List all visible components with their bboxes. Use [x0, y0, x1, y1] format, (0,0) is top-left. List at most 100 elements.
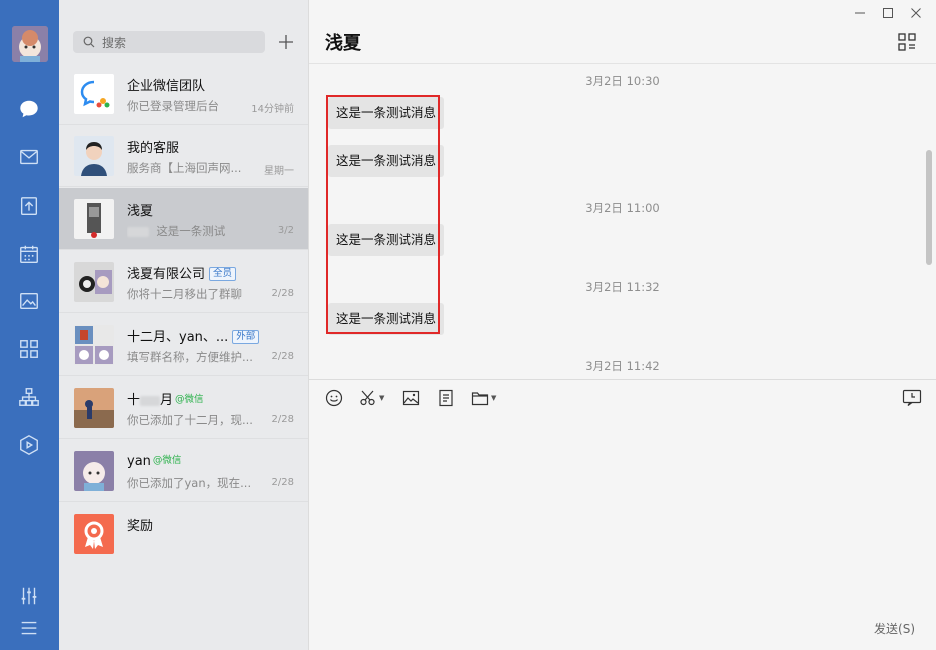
- conversation-item[interactable]: 浅夏有限公司 全员 你将十二月移出了群聊 2/28: [59, 251, 308, 313]
- chat-info-button[interactable]: [898, 33, 916, 51]
- docs-icon[interactable]: [17, 194, 41, 218]
- conversation-preview: 你已添加了十二月，现...: [127, 413, 253, 427]
- message-timestamp: 3月2日 11:42: [585, 359, 660, 373]
- conversation-item[interactable]: 企业微信团队 你已登录管理后台 14分钟前: [59, 63, 308, 125]
- chat-pane: 浅夏 3月2日 10:30 这是一条测试消息 这是一条测试消息 3月2日 11:…: [309, 0, 936, 650]
- conversation-name: 浅夏: [127, 204, 154, 219]
- conversation-preview: 这是一条测试: [127, 223, 225, 239]
- menu-icon[interactable]: [17, 616, 41, 640]
- plus-icon: [279, 35, 293, 49]
- close-button[interactable]: [902, 4, 930, 22]
- maximize-button[interactable]: [874, 4, 902, 22]
- message-timestamp: 3月2日 11:00: [585, 201, 660, 215]
- conversation-name: 企业微信团队: [127, 79, 206, 94]
- search-placeholder: 搜索: [102, 35, 127, 50]
- conversation-item[interactable]: 奖励: [59, 503, 308, 565]
- grid-menu-icon: [898, 33, 916, 51]
- conversation-time: 2/28: [271, 351, 294, 362]
- conversation-item[interactable]: 十二月、yan、... 外部 填写群名称，方便维护... 2/28: [59, 314, 308, 376]
- conversation-avatar: [74, 199, 114, 239]
- screenshot-button[interactable]: ▼: [359, 387, 384, 409]
- conversation-avatar: [74, 136, 114, 176]
- search-input[interactable]: 搜索: [73, 31, 265, 53]
- conversation-avatar: [74, 451, 114, 491]
- apps-grid-icon[interactable]: [17, 337, 41, 361]
- message-timestamp: 3月2日 10:30: [585, 74, 660, 88]
- conversation-preview: 你已登录管理后台: [127, 99, 219, 113]
- conversation-avatar: [74, 388, 114, 428]
- chat-title: 浅夏: [325, 33, 361, 54]
- conversation-time: 3/2: [277, 225, 294, 236]
- conversation-preview: 你将十二月移出了群聊: [127, 287, 242, 301]
- left-rail: [0, 0, 59, 650]
- blurred-sender: [127, 226, 149, 237]
- mail-icon[interactable]: [17, 145, 41, 169]
- conversation-name: 十月 @微信: [127, 393, 204, 408]
- conversation-time: 星期一: [264, 166, 294, 177]
- scissors-icon: [360, 390, 375, 406]
- conversation-item[interactable]: 十月 @微信 你已添加了十二月，现... 2/28: [59, 377, 308, 439]
- conversation-avatar: [74, 514, 114, 554]
- message-bubble[interactable]: 这是一条测试消息: [328, 303, 445, 335]
- conversation-time: 14分钟前: [251, 104, 294, 115]
- message-timestamp: 3月2日 11:32: [585, 280, 660, 294]
- workspace-icon[interactable]: [17, 289, 41, 313]
- conversation-name: 十二月、yan、... 外部: [127, 326, 260, 345]
- conversation-item[interactable]: 我的客服 服务商【上海回声网... 星期一: [59, 125, 308, 187]
- chat-history-icon: [902, 389, 922, 406]
- messages-icon[interactable]: [17, 97, 41, 121]
- history-button[interactable]: [902, 389, 922, 407]
- message-area: 3月2日 10:30 这是一条测试消息 这是一条测试消息 3月2日 11:00 …: [309, 64, 936, 379]
- conversation-list: 搜索 企业微信团队 你已登录管理后台 14分钟前 我的客服 服务商【上海回声网.…: [59, 0, 309, 650]
- close-icon: [911, 8, 921, 18]
- minimize-icon: [855, 12, 865, 14]
- document-icon: [439, 389, 453, 407]
- maximize-icon: [883, 8, 893, 18]
- conversation-name: 奖励: [127, 519, 154, 534]
- conversation-avatar: [74, 262, 114, 302]
- conversation-name: yan @微信: [127, 454, 182, 469]
- add-button[interactable]: [275, 31, 297, 53]
- conversation-time: 2/28: [271, 288, 294, 299]
- image-icon: [402, 390, 420, 406]
- message-bubble[interactable]: 这是一条测试消息: [328, 97, 445, 129]
- image-button[interactable]: [402, 387, 420, 409]
- chevron-down-icon[interactable]: ▼: [491, 394, 496, 402]
- conversation-avatar: [74, 74, 114, 114]
- message-bubble[interactable]: 这是一条测试消息: [328, 224, 445, 256]
- conversation-name: 浅夏有限公司 全员: [127, 263, 237, 282]
- conversation-time: 2/28: [271, 414, 294, 425]
- blurred-name: [140, 395, 161, 406]
- conversation-preview: 你已添加了yan，现在...: [127, 476, 252, 490]
- folder-icon: [471, 392, 489, 406]
- conversation-item[interactable]: yan @微信 你已添加了yan，现在... 2/28: [59, 440, 308, 502]
- send-button[interactable]: 发送(S): [874, 620, 915, 637]
- conversation-avatar: [74, 325, 114, 365]
- external-tag: 外部: [232, 330, 260, 344]
- video-icon[interactable]: [17, 433, 41, 457]
- folder-button[interactable]: ▼: [471, 387, 496, 409]
- toolbar-divider: [309, 379, 936, 380]
- conversation-time: 2/28: [271, 477, 294, 488]
- conversation-item-active[interactable]: 浅夏 这是一条测试 3/2: [59, 188, 308, 250]
- wechat-label: @微信: [175, 394, 204, 405]
- chevron-down-icon[interactable]: ▼: [379, 394, 384, 402]
- all-staff-tag: 全员: [209, 267, 237, 281]
- message-bubble[interactable]: 这是一条测试消息: [328, 145, 445, 177]
- conversation-preview: 服务商【上海回声网...: [127, 161, 242, 175]
- emoji-button[interactable]: [325, 387, 343, 409]
- message-scrollbar[interactable]: [926, 150, 932, 265]
- wechat-label: @微信: [152, 455, 182, 466]
- conversation-preview: 填写群名称，方便维护...: [127, 350, 253, 364]
- conversation-name: 我的客服: [127, 141, 180, 156]
- settings-sliders-icon[interactable]: [17, 584, 41, 608]
- emoji-icon: [325, 389, 343, 407]
- minimize-button[interactable]: [846, 4, 874, 22]
- contacts-org-icon[interactable]: [17, 385, 41, 409]
- search-icon: [83, 36, 95, 48]
- document-button[interactable]: [437, 387, 455, 409]
- user-avatar[interactable]: [12, 26, 48, 62]
- calendar-icon[interactable]: [17, 242, 41, 266]
- window-controls: [846, 4, 930, 22]
- message-input[interactable]: [309, 412, 936, 612]
